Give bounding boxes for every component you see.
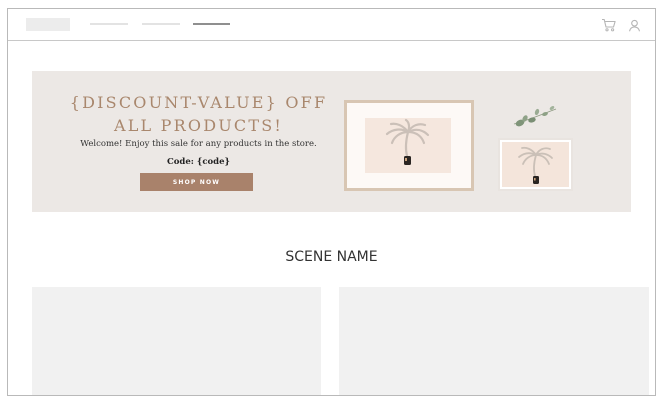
headline-line-2: ALL PRODUCTS! xyxy=(113,116,284,135)
logo-placeholder[interactable] xyxy=(26,18,70,31)
discount-code: Code: {code} xyxy=(166,157,230,167)
user-icon[interactable] xyxy=(625,16,643,34)
headline-line-1: {DISCOUNT-VALUE} OFF xyxy=(69,93,328,112)
framed-print-large xyxy=(344,100,474,191)
nav-item-3-active[interactable] xyxy=(193,23,230,25)
palm-print-image xyxy=(365,118,451,173)
discount-banner: {DISCOUNT-VALUE} OFF ALL PRODUCTS! Welco… xyxy=(32,71,631,212)
eucalyptus-sprig-icon xyxy=(513,106,557,127)
banner-subtext: Welcome! Enjoy this sale for any product… xyxy=(80,139,317,149)
cart-icon[interactable] xyxy=(600,16,618,34)
print-mat-small xyxy=(500,140,571,189)
shop-now-button[interactable]: SHOP NOW xyxy=(140,173,253,191)
nav-item-1[interactable] xyxy=(90,23,128,25)
nav-item-2[interactable] xyxy=(142,23,180,25)
palm-print-image-small xyxy=(502,142,569,187)
print-mat xyxy=(347,103,471,188)
scene-card-1[interactable] xyxy=(32,287,321,395)
scene-title: SCENE NAME xyxy=(285,249,378,265)
site-header xyxy=(8,9,655,41)
framed-print-small xyxy=(498,138,573,191)
banner-headline: {DISCOUNT-VALUE} OFF ALL PRODUCTS! xyxy=(56,91,341,137)
scene-card-2[interactable] xyxy=(339,287,649,395)
browser-frame: {DISCOUNT-VALUE} OFF ALL PRODUCTS! Welco… xyxy=(7,8,656,396)
